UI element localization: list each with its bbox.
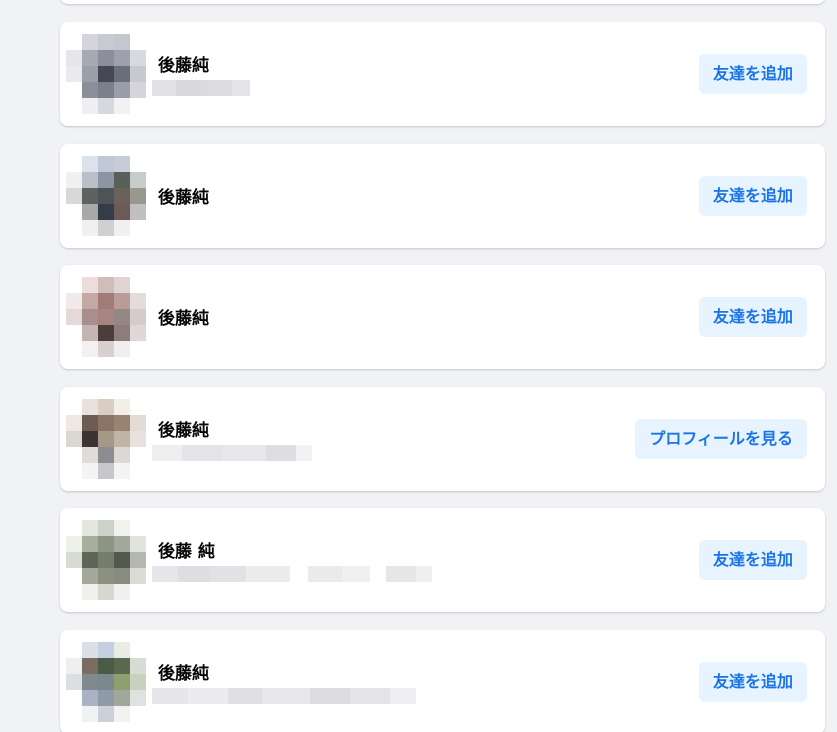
result-card[interactable]: 後藤純 友達を追加: [60, 265, 825, 369]
result-detail: [152, 444, 312, 462]
result-name[interactable]: 後藤純: [158, 51, 209, 76]
previous-result-card: [60, 0, 825, 4]
add-friend-button[interactable]: 友達を追加: [698, 662, 807, 702]
avatar[interactable]: [66, 399, 146, 479]
result-detail: [152, 79, 250, 97]
search-results-page: 後藤純 友達を追加 後藤純 友達を追加 後藤純 友達を追加 後藤純 プロフィール…: [0, 0, 837, 732]
add-friend-button[interactable]: 友達を追加: [698, 176, 807, 216]
result-name[interactable]: 後藤 純: [158, 537, 215, 562]
result-card[interactable]: 後藤純 友達を追加: [60, 144, 825, 248]
result-card[interactable]: 後藤純 友達を追加: [60, 22, 825, 126]
result-name[interactable]: 後藤純: [158, 416, 209, 441]
avatar[interactable]: [66, 277, 146, 357]
avatar[interactable]: [66, 520, 146, 600]
result-card[interactable]: 後藤純 友達を追加: [60, 630, 825, 732]
avatar[interactable]: [66, 156, 146, 236]
add-friend-button[interactable]: 友達を追加: [698, 54, 807, 94]
add-friend-button[interactable]: 友達を追加: [698, 297, 807, 337]
avatar[interactable]: [66, 34, 146, 114]
result-detail: [152, 687, 416, 705]
avatar[interactable]: [66, 642, 146, 722]
result-name[interactable]: 後藤純: [158, 183, 209, 208]
result-detail: [152, 565, 432, 583]
result-name[interactable]: 後藤純: [158, 304, 209, 329]
result-name[interactable]: 後藤純: [158, 659, 209, 684]
view-profile-button[interactable]: プロフィールを見る: [635, 419, 807, 459]
result-card[interactable]: 後藤純 プロフィールを見る: [60, 387, 825, 491]
result-card[interactable]: 後藤 純 友達を追加: [60, 508, 825, 612]
add-friend-button[interactable]: 友達を追加: [698, 540, 807, 580]
